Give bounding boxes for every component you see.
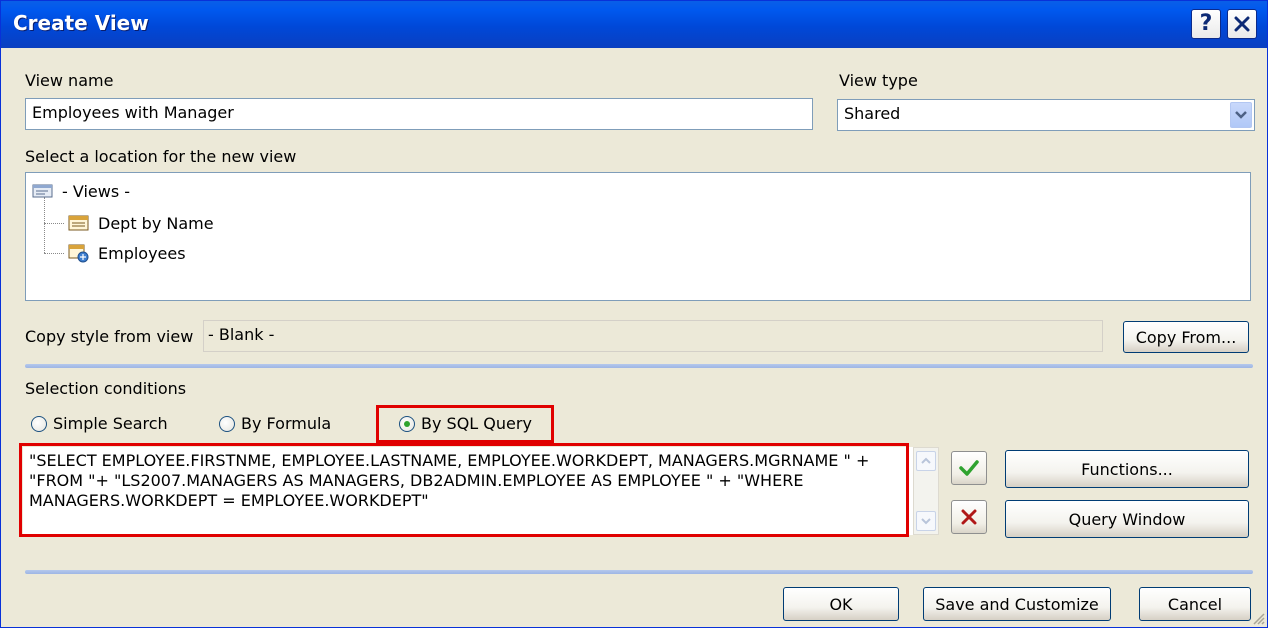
chevron-up-icon	[921, 457, 931, 464]
radio-by-formula[interactable]: By Formula	[219, 414, 331, 433]
separator	[25, 570, 1253, 574]
view-icon	[68, 212, 92, 234]
resize-grip-icon[interactable]	[1251, 611, 1265, 625]
radio-by-sql-query[interactable]: By SQL Query	[399, 414, 532, 433]
separator	[25, 364, 1253, 368]
ok-button[interactable]: OK	[783, 587, 899, 621]
location-label: Select a location for the new view	[25, 147, 297, 166]
scroll-up-button[interactable]	[916, 451, 936, 471]
view-name-input[interactable]: Employees with Manager	[25, 98, 813, 130]
radio-button[interactable]	[219, 415, 235, 432]
x-mark-icon	[961, 509, 977, 525]
query-scrollbar[interactable]	[913, 447, 939, 535]
shared-view-icon	[68, 242, 92, 264]
views-folder-icon	[32, 180, 56, 202]
title-bar[interactable]: Create View ?	[1, 1, 1267, 48]
tree-item-views-root[interactable]: - Views -	[32, 178, 130, 204]
copy-style-value: - Blank -	[203, 320, 1103, 352]
radio-label: By SQL Query	[421, 414, 532, 433]
radio-button[interactable]	[31, 415, 47, 432]
checkmark-icon	[959, 460, 979, 476]
cancel-button[interactable]: Cancel	[1139, 587, 1251, 621]
view-type-label: View type	[839, 71, 918, 90]
radio-button[interactable]	[399, 415, 415, 432]
scroll-down-button[interactable]	[916, 511, 936, 531]
radio-label: By Formula	[241, 414, 332, 433]
chevron-down-icon	[921, 518, 931, 525]
close-button[interactable]	[1227, 9, 1257, 39]
view-type-dropdown-button[interactable]	[1230, 102, 1252, 128]
chevron-down-icon	[1235, 111, 1247, 119]
close-icon	[1234, 16, 1250, 32]
copy-style-label: Copy style from view	[25, 327, 194, 346]
tree-item-label: Employees	[98, 243, 186, 263]
tree-item-employees[interactable]: Employees	[68, 240, 186, 266]
query-highlight	[19, 443, 909, 537]
functions-button[interactable]: Functions...	[1005, 450, 1249, 488]
accept-button[interactable]	[951, 451, 987, 485]
radio-simple-search[interactable]: Simple Search	[31, 414, 168, 433]
copy-from-button[interactable]: Copy From...	[1123, 321, 1249, 353]
help-button[interactable]: ?	[1191, 9, 1221, 39]
tree-item-dept-by-name[interactable]: Dept by Name	[68, 210, 214, 236]
reject-button[interactable]	[951, 500, 987, 534]
query-window-button[interactable]: Query Window	[1005, 500, 1249, 538]
selection-conditions-label: Selection conditions	[25, 379, 187, 398]
tree-item-label: - Views -	[62, 181, 131, 201]
tree-item-label: Dept by Name	[98, 213, 214, 233]
radio-label: Simple Search	[53, 414, 168, 433]
create-view-dialog: Create View ? View name Employees with M…	[0, 0, 1268, 628]
location-tree[interactable]: - Views - Dept by Name Employees	[25, 172, 1251, 301]
view-type-select[interactable]: Shared	[837, 99, 1255, 131]
view-name-label: View name	[25, 71, 114, 90]
view-type-value: Shared	[844, 104, 901, 123]
window-title: Create View	[13, 11, 149, 35]
save-and-customize-button[interactable]: Save and Customize	[923, 587, 1111, 621]
